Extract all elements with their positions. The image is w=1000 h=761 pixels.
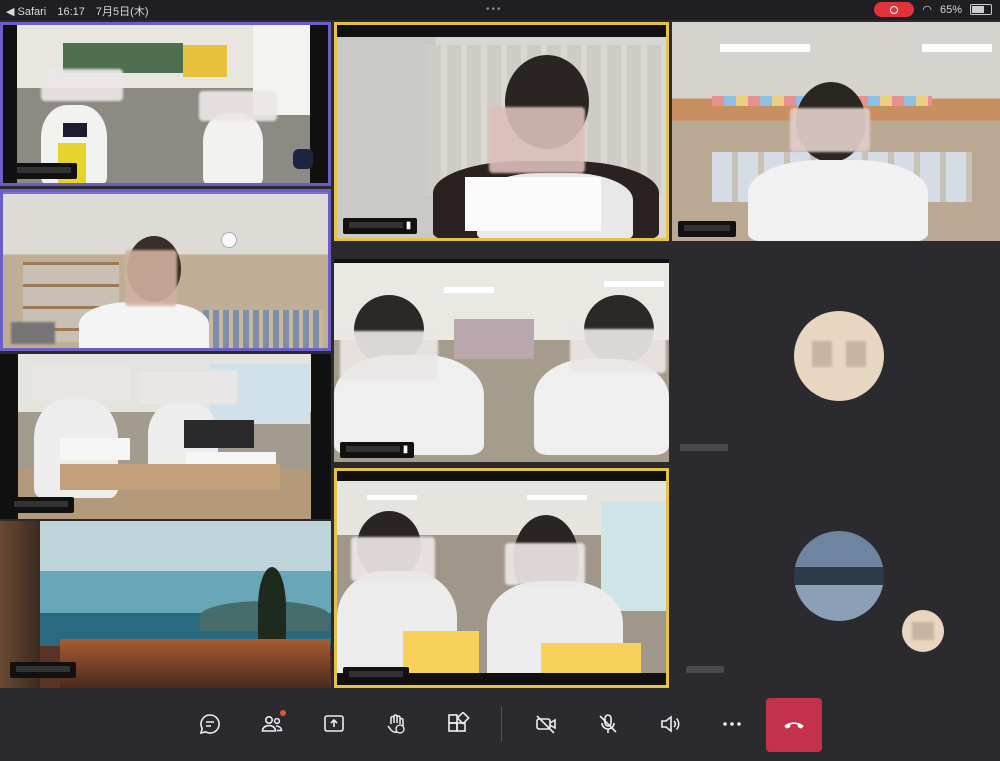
yellow-card-right xyxy=(541,643,641,675)
participant-name-tag: ▮ xyxy=(340,442,415,458)
apps-button[interactable] xyxy=(436,702,480,746)
participant-name-tag xyxy=(678,221,736,237)
multitask-dots[interactable]: ••• xyxy=(486,4,503,15)
participant-avatar-initials[interactable] xyxy=(794,311,884,401)
chat-icon xyxy=(199,714,220,735)
status-bar: ◀ Safari 16:17 7月5日(木) ••• ◠ 65% xyxy=(0,0,1000,20)
participants-button[interactable] xyxy=(250,702,294,746)
participant-name-tag xyxy=(343,667,409,683)
clock-on-wall xyxy=(221,232,237,248)
mic-off-icon xyxy=(599,714,617,733)
share-screen-icon xyxy=(324,715,344,732)
recording-indicator xyxy=(874,2,915,17)
participant-name-label xyxy=(680,443,728,454)
speaker-button[interactable] xyxy=(648,702,692,746)
participant-name-tag: ▮ xyxy=(343,218,418,234)
toolbar-divider xyxy=(501,706,502,742)
video-tile-two-students[interactable]: ▮ xyxy=(334,259,669,462)
clock: 16:17 xyxy=(57,6,85,18)
camera-off-icon xyxy=(536,715,556,734)
raise-hand-icon xyxy=(387,714,405,734)
participant-name-tag xyxy=(8,497,74,513)
participant-avatar-small[interactable] xyxy=(902,610,944,652)
hang-up-icon xyxy=(784,722,804,729)
participant-name-tag xyxy=(10,662,76,678)
video-tile-student-center-top[interactable]: ▮ xyxy=(334,22,669,241)
speaker-icon xyxy=(661,715,680,733)
video-tile-students-yellow-cards[interactable] xyxy=(334,468,669,688)
yellow-card-left xyxy=(403,631,479,675)
leave-call-button[interactable] xyxy=(766,698,822,752)
video-tile-student-right-top[interactable] xyxy=(672,22,1000,241)
meeting-toolbar xyxy=(0,690,1000,761)
more-options-button[interactable] xyxy=(710,702,754,746)
participant-name-tag xyxy=(11,163,77,179)
apps-icon xyxy=(448,712,470,732)
chat-button[interactable] xyxy=(188,702,232,746)
mic-toggle-button[interactable] xyxy=(586,702,630,746)
battery-icon xyxy=(970,4,992,15)
participant-name-label xyxy=(686,665,724,676)
notification-dot xyxy=(280,710,286,716)
people-icon xyxy=(261,716,283,732)
reactions-button[interactable] xyxy=(374,702,418,746)
video-tile-teacher-library[interactable] xyxy=(0,189,331,351)
wifi-icon: ◠ xyxy=(922,4,932,16)
camera-toggle-button[interactable] xyxy=(524,702,568,746)
date: 7月5日(木) xyxy=(95,6,149,18)
participant-avatar-photo[interactable] xyxy=(794,531,884,621)
battery-percent: 65% xyxy=(939,3,962,16)
share-screen-button[interactable] xyxy=(312,702,356,746)
video-tile-classroom-3[interactable] xyxy=(0,354,331,519)
video-tile-landscape-bg[interactable] xyxy=(0,521,331,688)
back-to-app-link[interactable]: ◀ Safari xyxy=(6,6,46,18)
video-tile-classroom-1[interactable] xyxy=(0,22,331,186)
more-icon xyxy=(723,722,741,726)
